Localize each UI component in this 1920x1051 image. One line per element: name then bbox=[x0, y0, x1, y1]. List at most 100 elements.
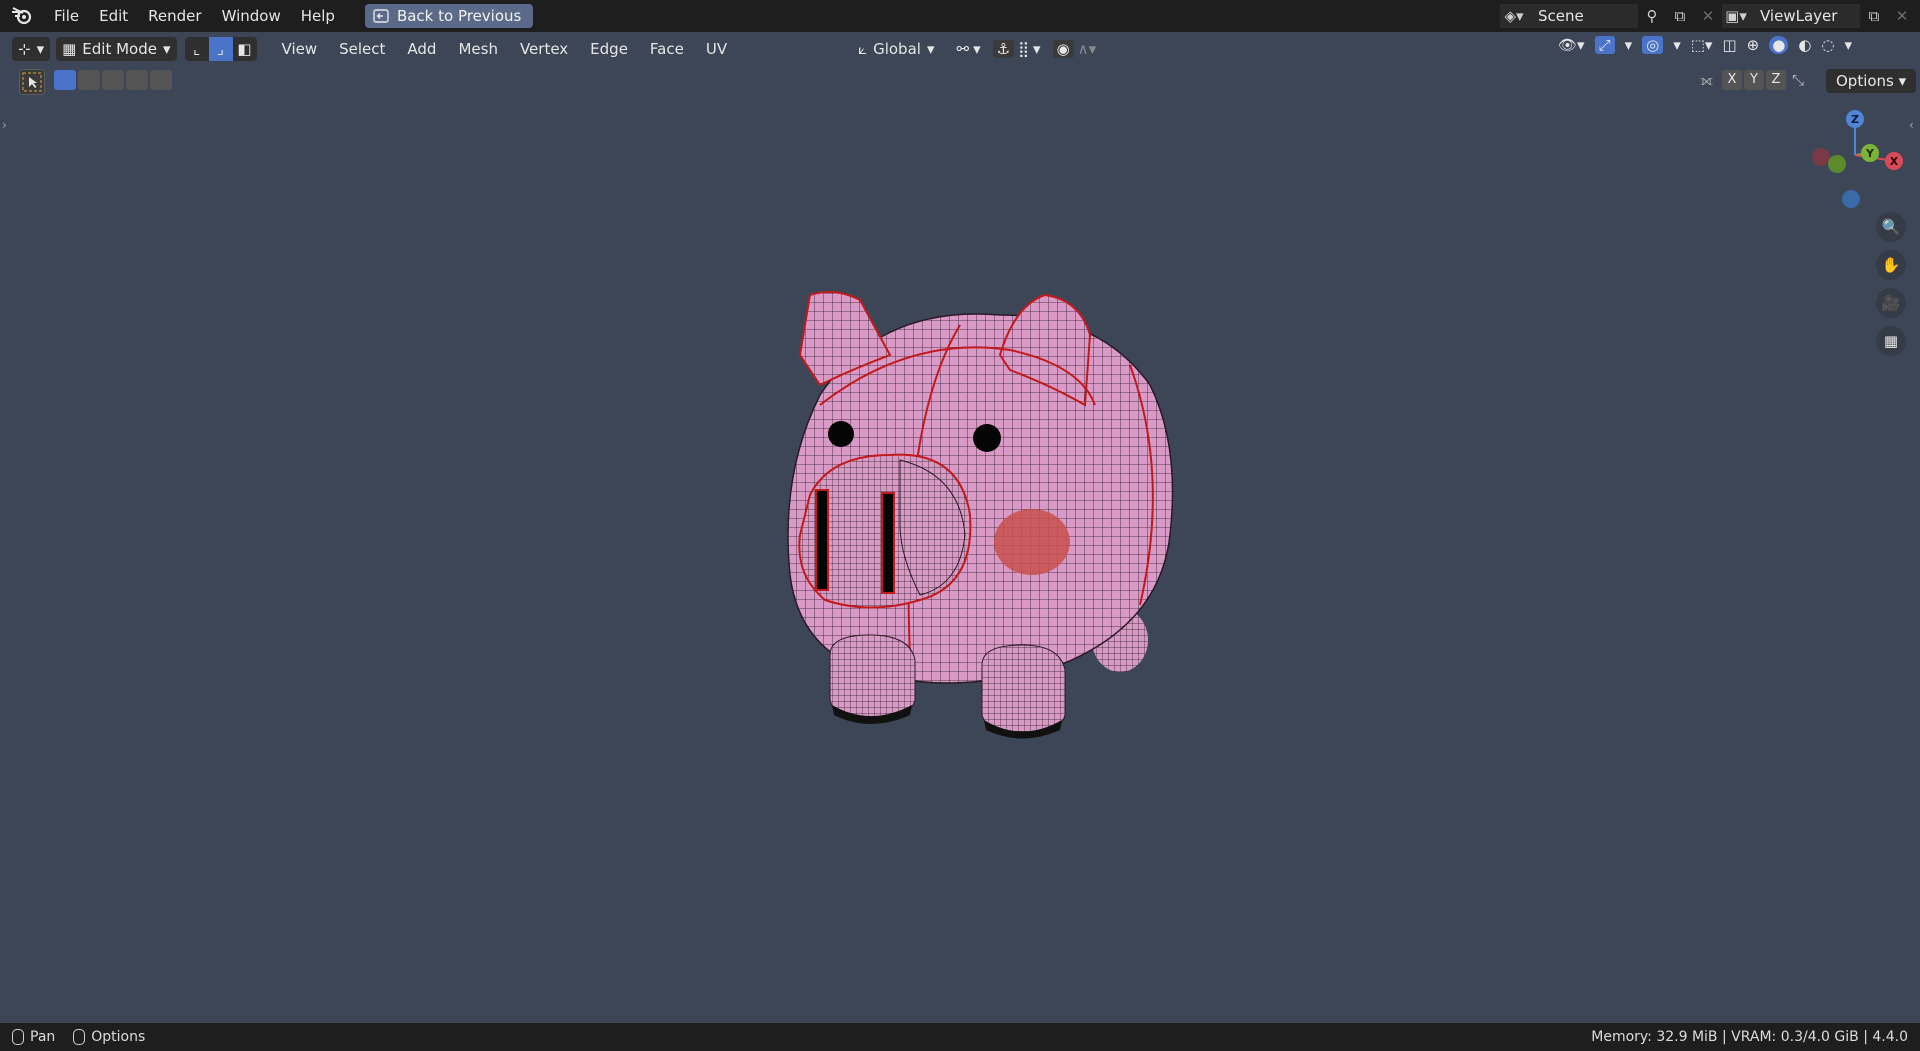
pan-hand-icon[interactable]: ✋ bbox=[1876, 250, 1906, 280]
mode-label: Edit Mode bbox=[82, 40, 157, 58]
tool-settings-row: ⟗ X Y Z ⤡ Options ▾ bbox=[0, 67, 1920, 95]
scene-browse-icon[interactable]: ◈▾ bbox=[1500, 4, 1528, 28]
mirror-y-button[interactable]: Y bbox=[1744, 70, 1764, 90]
mirror-axis-controls: ⟗ X Y Z ⤡ bbox=[1700, 70, 1812, 90]
editor-type-dropdown[interactable]: ⊹ ▾ bbox=[12, 37, 51, 61]
gizmo-z-label: Z bbox=[1851, 113, 1859, 126]
top-menu-bar: File Edit Render Window Help Back to Pre… bbox=[0, 0, 1920, 32]
falloff-icon[interactable]: ∧▾ bbox=[1078, 40, 1097, 58]
snap-controls[interactable]: ⚓ ⣿ ▾ bbox=[992, 40, 1041, 58]
auto-merge-icon[interactable]: ⤡ bbox=[1792, 71, 1812, 89]
pan-hint: Pan bbox=[30, 1029, 56, 1045]
delete-view-layer-icon[interactable]: ✕ bbox=[1888, 4, 1916, 28]
viewport-overlay-controls: 👁▾ ⤢ ▾ ◎ ▾ ⬚▾ ◫ ⊕ ● ◐ ◌ ▾ bbox=[1558, 36, 1852, 54]
mirror-x-button[interactable]: X bbox=[1722, 70, 1742, 90]
zoom-icon[interactable]: 🔍 bbox=[1876, 212, 1906, 242]
face-select-icon[interactable]: ◧ bbox=[232, 37, 257, 61]
menu-window[interactable]: Window bbox=[212, 4, 291, 28]
status-bar: Pan Options Memory: 32.9 MiB | VRAM: 0.3… bbox=[0, 1023, 1920, 1051]
edge-select-icon[interactable]: ⌟ bbox=[208, 37, 233, 61]
xray-toggle-icon[interactable]: ◫ bbox=[1722, 36, 1736, 54]
intersect-selection-icon[interactable] bbox=[150, 70, 172, 90]
right-nostril bbox=[881, 492, 895, 594]
chevron-down-icon: ▾ bbox=[926, 40, 935, 58]
header-menu-vertex[interactable]: Vertex bbox=[509, 40, 579, 58]
menu-render[interactable]: Render bbox=[138, 4, 211, 28]
pin-icon[interactable]: ⚲ bbox=[1638, 4, 1666, 28]
camera-view-icon[interactable]: 🎥 bbox=[1876, 288, 1906, 318]
new-scene-icon[interactable]: ⧉ bbox=[1666, 4, 1694, 28]
proportional-edit-icon[interactable]: ◉ bbox=[1052, 40, 1074, 58]
view-layer-selector: ▣▾ ViewLayer ⧉ ✕ bbox=[1722, 4, 1916, 28]
snap-target-icon[interactable]: ⣿ bbox=[1018, 40, 1029, 58]
gizmo-neg-x-icon[interactable] bbox=[1812, 148, 1830, 166]
options-label: Options bbox=[1836, 72, 1894, 90]
front-left-leg bbox=[829, 634, 916, 721]
navigation-gizmo[interactable]: Z Y X bbox=[1800, 105, 1910, 215]
proportional-editing[interactable]: ◉ ∧▾ bbox=[1052, 40, 1097, 58]
select-mode-toggle: ⌞ ⌟ ◧ bbox=[184, 37, 257, 61]
back-to-previous-button[interactable]: Back to Previous bbox=[364, 4, 534, 28]
extend-selection-icon[interactable] bbox=[78, 70, 100, 90]
mesh-edit-overlay-icon[interactable]: ⬚▾ bbox=[1691, 36, 1713, 54]
selection-mode-buttons bbox=[54, 70, 172, 90]
edit-mode-icon: ▦ bbox=[62, 40, 77, 58]
perspective-grid-icon[interactable]: ▦ bbox=[1876, 326, 1906, 356]
shading-rendered-icon[interactable]: ◌ bbox=[1821, 36, 1834, 54]
pivot-dropdown[interactable]: ⚯ ▾ bbox=[956, 40, 980, 58]
right-eye bbox=[973, 424, 1001, 452]
mode-dropdown[interactable]: ▦ Edit Mode ▾ bbox=[56, 37, 177, 61]
header-menu-face[interactable]: Face bbox=[639, 40, 695, 58]
view-layer-name-field[interactable]: ViewLayer bbox=[1750, 4, 1860, 28]
shading-wireframe-icon[interactable]: ⊕ bbox=[1747, 36, 1760, 54]
gizmo-neg-z-icon[interactable] bbox=[1842, 190, 1860, 208]
new-view-layer-icon[interactable]: ⧉ bbox=[1860, 4, 1888, 28]
pivot-icon: ⚯ bbox=[956, 40, 970, 58]
viewport-header: ⊹ ▾ ▦ Edit Mode ▾ ⌞ ⌟ ◧ View Select Add M… bbox=[0, 36, 1920, 62]
header-menu-select[interactable]: Select bbox=[328, 40, 396, 58]
scene-name-field[interactable]: Scene bbox=[1528, 4, 1638, 28]
options-dropdown[interactable]: Options ▾ bbox=[1826, 69, 1917, 93]
editor-type-icon: ⊹ bbox=[18, 40, 31, 58]
transform-orientation-dropdown[interactable]: ⟀ Global ▾ bbox=[858, 40, 934, 58]
snap-icon[interactable]: ⚓ bbox=[992, 40, 1015, 58]
gizmo-neg-y-icon[interactable] bbox=[1828, 155, 1846, 173]
shading-solid-icon[interactable]: ● bbox=[1769, 36, 1789, 54]
chevron-down-icon: ▾ bbox=[1844, 36, 1853, 54]
piggy-bank-mesh[interactable] bbox=[760, 275, 1200, 745]
select-tool-icon[interactable] bbox=[19, 69, 45, 95]
overlay-toggle-icon[interactable]: ◎ bbox=[1642, 36, 1664, 54]
header-menu-add[interactable]: Add bbox=[396, 40, 447, 58]
header-menu-mesh[interactable]: Mesh bbox=[447, 40, 509, 58]
header-menu-edge[interactable]: Edge bbox=[579, 40, 639, 58]
left-eye bbox=[828, 421, 854, 447]
gizmo-toggle-icon[interactable]: ⤢ bbox=[1594, 36, 1615, 54]
set-new-selection-icon[interactable] bbox=[54, 70, 76, 90]
menu-help[interactable]: Help bbox=[291, 4, 345, 28]
front-right-leg bbox=[981, 644, 1066, 736]
visibility-icon[interactable]: 👁▾ bbox=[1558, 36, 1585, 54]
view-layer-browse-icon[interactable]: ▣▾ bbox=[1722, 4, 1750, 28]
toolbar-expand-icon[interactable]: › bbox=[2, 118, 7, 132]
header-menu-uv[interactable]: UV bbox=[695, 40, 738, 58]
invert-selection-icon[interactable] bbox=[126, 70, 148, 90]
blender-logo-icon[interactable] bbox=[10, 4, 34, 28]
shading-material-icon[interactable]: ◐ bbox=[1798, 36, 1811, 54]
gizmo-y-label: Y bbox=[1865, 147, 1875, 160]
vertex-select-icon[interactable]: ⌞ bbox=[184, 37, 209, 61]
header-menu-view[interactable]: View bbox=[271, 40, 329, 58]
menu-edit[interactable]: Edit bbox=[89, 4, 138, 28]
chevron-down-icon: ▾ bbox=[162, 40, 171, 58]
chevron-down-icon: ▾ bbox=[973, 40, 981, 58]
memory-info: Memory: 32.9 MiB | VRAM: 0.3/4.0 GiB | 4… bbox=[1591, 1029, 1908, 1045]
menu-file[interactable]: File bbox=[44, 4, 89, 28]
mirror-z-button[interactable]: Z bbox=[1766, 70, 1786, 90]
back-arrow-icon bbox=[373, 9, 389, 23]
delete-scene-icon[interactable]: ✕ bbox=[1694, 4, 1722, 28]
transform-orientation-label: Global bbox=[873, 40, 921, 58]
subtract-selection-icon[interactable] bbox=[102, 70, 124, 90]
mirror-icon: ⟗ bbox=[1700, 71, 1714, 89]
cheek-blush bbox=[994, 509, 1070, 575]
chevron-down-icon: ▾ bbox=[1033, 40, 1041, 58]
chevron-down-icon: ▾ bbox=[36, 40, 45, 58]
